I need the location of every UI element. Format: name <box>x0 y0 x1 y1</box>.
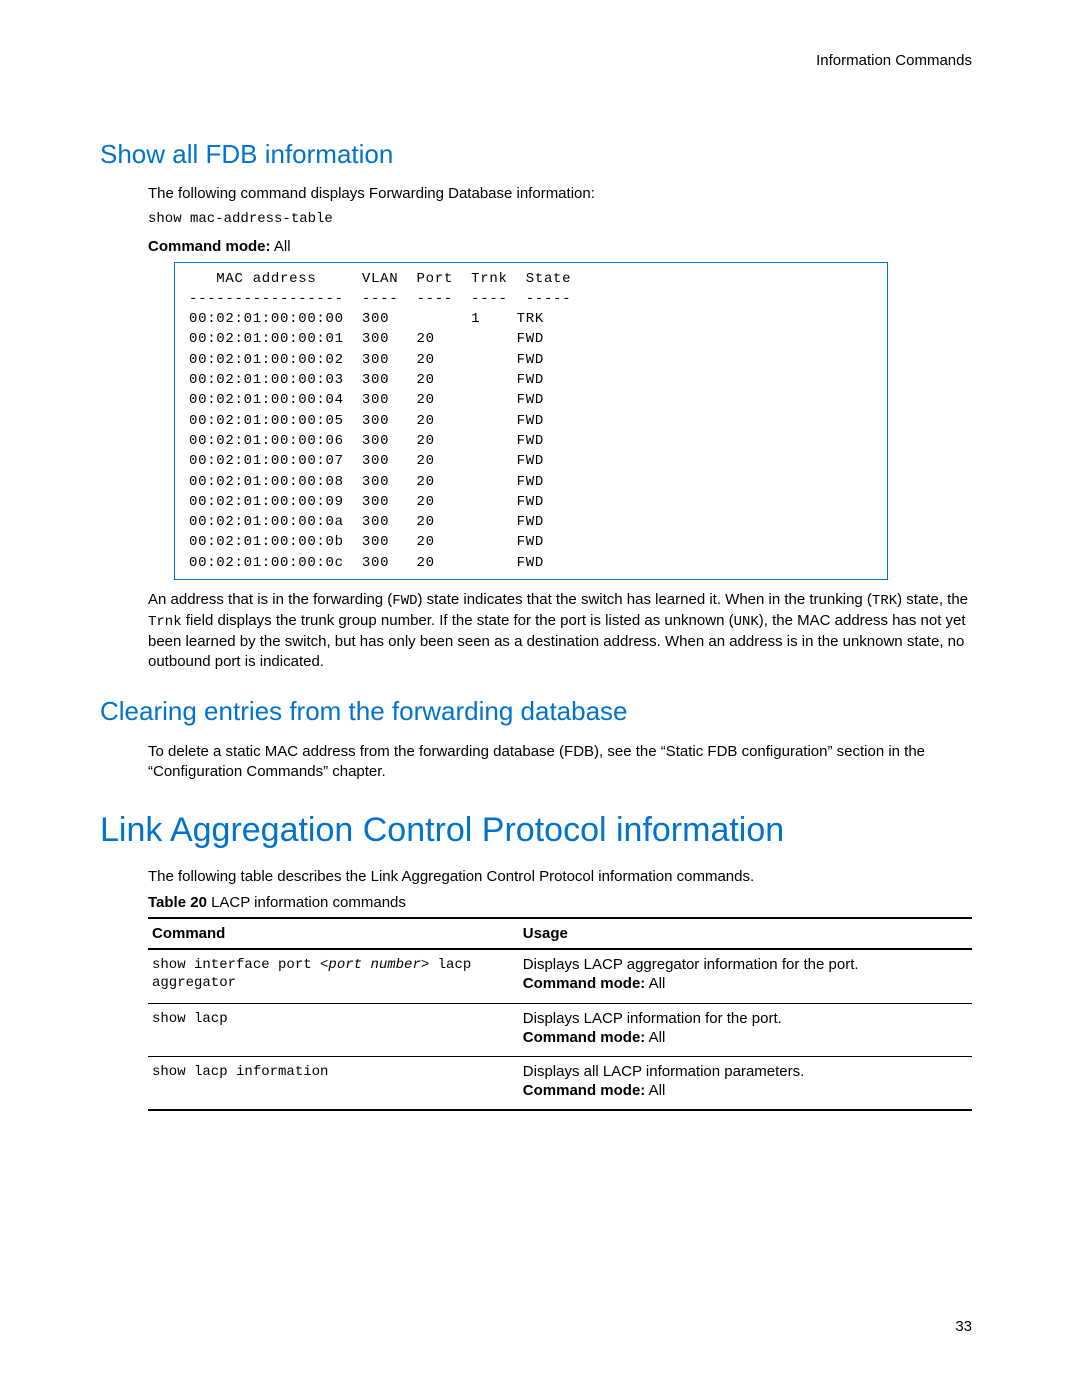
cell-usage: Displays all LACP information parameters… <box>519 1056 972 1110</box>
cell-usage: Displays LACP information for the port.C… <box>519 1003 972 1056</box>
cell-usage: Displays LACP aggregator information for… <box>519 949 972 1003</box>
command-mode-label: Command mode: <box>148 238 271 255</box>
command-mode-value: All <box>271 238 291 255</box>
table-caption-label: Table 20 <box>148 894 207 911</box>
th-command: Command <box>148 918 519 949</box>
section-body: To delete a static MAC address from the … <box>148 742 972 783</box>
cell-command: show lacp <box>148 1003 519 1056</box>
table-caption: Table 20 LACP information commands <box>148 893 972 913</box>
cli-output-box: MAC address VLAN Port Trnk State -------… <box>174 262 888 580</box>
th-usage: Usage <box>519 918 972 949</box>
intro-text: The following command displays Forwardin… <box>148 184 972 204</box>
heading-clearing-entries: Clearing entries from the forwarding dat… <box>100 696 980 727</box>
explanation-text: An address that is in the forwarding (FW… <box>148 590 972 672</box>
table-caption-text: LACP information commands <box>207 894 406 911</box>
lacp-intro: The following table describes the Link A… <box>148 867 972 887</box>
section-body: An address that is in the forwarding (FW… <box>148 590 972 672</box>
section-body: The following command displays Forwardin… <box>148 184 972 257</box>
page-number: 33 <box>955 1318 972 1335</box>
table-header-row: Command Usage <box>148 918 972 949</box>
section-body: The following table describes the Link A… <box>148 867 972 1111</box>
table-row: show lacpDisplays LACP information for t… <box>148 1003 972 1056</box>
command-mode-line: Command mode: All <box>148 237 972 257</box>
cell-command: show lacp information <box>148 1056 519 1110</box>
running-header: Information Commands <box>100 52 980 69</box>
table-row: show lacp informationDisplays all LACP i… <box>148 1056 972 1110</box>
heading-show-all-fdb: Show all FDB information <box>100 139 980 170</box>
cell-command: show interface port <port number> lacp a… <box>148 949 519 1003</box>
command-text: show mac-address-table <box>148 210 972 229</box>
clearing-text: To delete a static MAC address from the … <box>148 742 972 783</box>
page: Information Commands Show all FDB inform… <box>0 0 1080 1397</box>
table-row: show interface port <port number> lacp a… <box>148 949 972 1003</box>
lacp-table: Command Usage show interface port <port … <box>148 917 972 1110</box>
heading-lacp-info: Link Aggregation Control Protocol inform… <box>100 810 980 851</box>
